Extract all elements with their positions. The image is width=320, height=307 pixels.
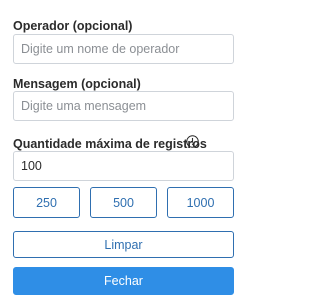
log-filter-panel: Operador (opcional) Mensagem (opcional) … — [0, 0, 247, 307]
operator-label: Operador (opcional) — [13, 19, 133, 33]
preset-500-button[interactable]: 500 — [90, 187, 157, 218]
max-records-label: Quantidade máxima de registros — [13, 137, 207, 151]
message-input[interactable] — [13, 91, 234, 121]
max-records-input[interactable] — [13, 151, 234, 181]
clear-button[interactable]: Limpar — [13, 231, 234, 258]
preset-250-button[interactable]: 250 — [13, 187, 80, 218]
info-circle-icon[interactable] — [186, 135, 199, 148]
message-label: Mensagem (opcional) — [13, 77, 141, 91]
close-button[interactable]: Fechar — [13, 267, 234, 295]
preset-1000-button[interactable]: 1000 — [167, 187, 234, 218]
preset-quantity-row: 250 500 1000 — [13, 187, 234, 218]
operator-input[interactable] — [13, 34, 234, 64]
